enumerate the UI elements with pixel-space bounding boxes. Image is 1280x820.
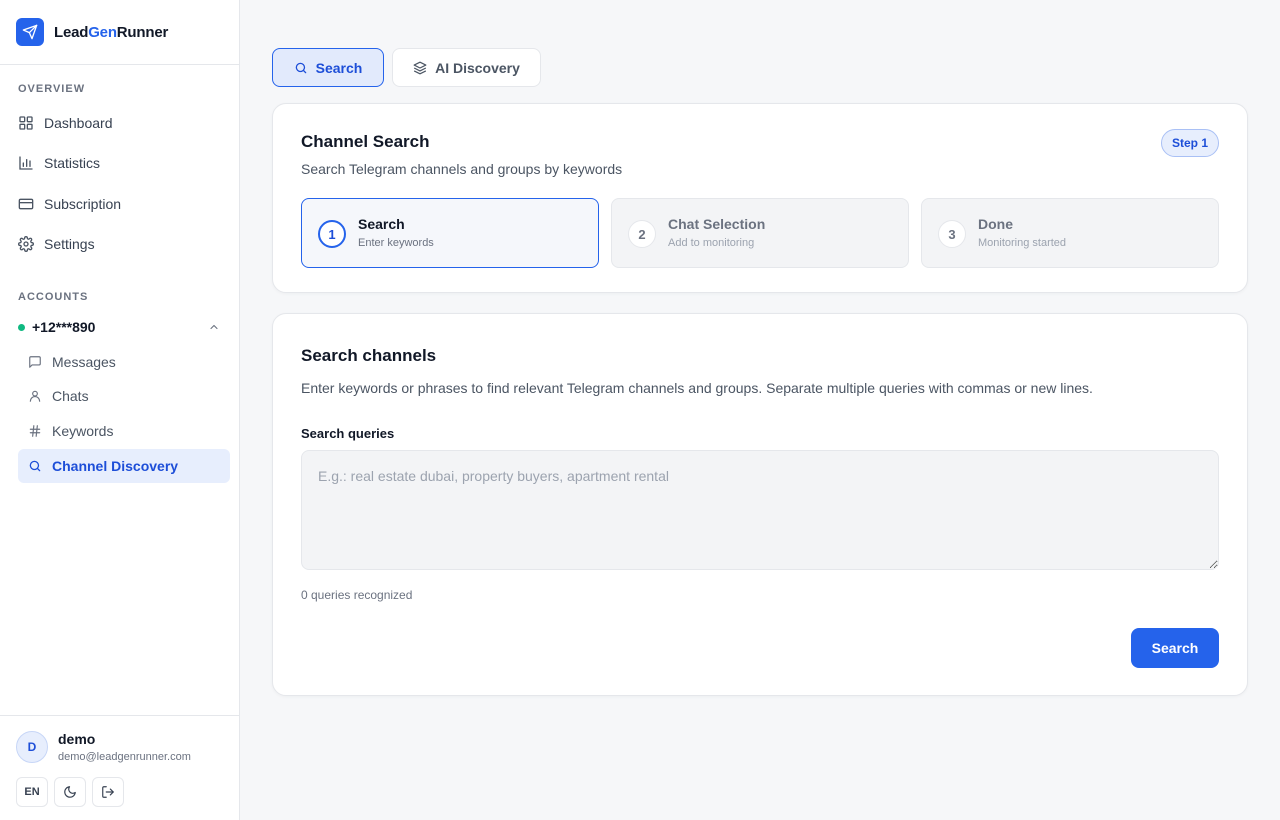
step-number: 2 — [628, 220, 656, 248]
nav-statistics[interactable]: Statistics — [18, 146, 230, 180]
nav-subscription[interactable]: Subscription — [18, 187, 230, 221]
sidebar-item-keywords[interactable]: Keywords — [18, 414, 230, 448]
step-chat-selection[interactable]: 2 Chat Selection Add to monitoring — [611, 198, 909, 268]
tab-search[interactable]: Search — [272, 48, 384, 87]
search-icon — [28, 459, 42, 473]
chevron-up-icon — [208, 321, 220, 333]
brand[interactable]: LeadGenRunner — [0, 0, 239, 65]
nav-settings[interactable]: Settings — [18, 227, 230, 261]
step-label: Chat Selection — [668, 216, 766, 232]
search-icon — [294, 61, 308, 75]
sidebar-item-label: Messages — [52, 354, 116, 370]
message-icon — [28, 355, 42, 369]
logout-icon — [101, 785, 115, 799]
sidebar-item-label: Channel Discovery — [52, 458, 179, 474]
section-description: Enter keywords or phrases to find releva… — [301, 380, 1093, 396]
step-label: Done — [978, 216, 1013, 232]
step-description: Monitoring started — [978, 237, 1067, 249]
card-title: Channel Search — [301, 132, 430, 151]
step-label: Search — [358, 216, 405, 232]
send-icon — [16, 18, 44, 46]
grid-icon — [18, 115, 34, 131]
online-status-dot — [18, 323, 25, 331]
accounts-section-label: ACCOUNTS — [18, 291, 89, 303]
nav-label: Dashboard — [44, 115, 113, 131]
user-icon — [28, 389, 42, 403]
logout-button[interactable] — [92, 777, 124, 807]
nav-label: Statistics — [44, 155, 101, 171]
credit-card-icon — [18, 196, 34, 212]
queries-count: 0 queries recognized — [301, 588, 413, 602]
search-queries-label: Search queries — [301, 426, 395, 441]
user-email: demo@leadgenrunner.com — [58, 751, 191, 763]
step-description: Enter keywords — [358, 237, 434, 249]
bar-chart-icon — [18, 155, 34, 171]
tab-label: AI Discovery — [435, 59, 520, 76]
account-toggle[interactable]: +12***890 — [18, 316, 230, 338]
avatar[interactable]: D — [16, 731, 48, 763]
language-button[interactable]: EN — [16, 777, 48, 807]
sidebar-item-label: Keywords — [52, 423, 114, 439]
nav-dashboard[interactable]: Dashboard — [18, 106, 230, 140]
layers-icon — [413, 61, 427, 75]
theme-toggle-button[interactable] — [54, 777, 86, 807]
gear-icon — [18, 236, 34, 252]
search-button[interactable]: Search — [1131, 628, 1219, 668]
step-done[interactable]: 3 Done Monitoring started — [921, 198, 1219, 268]
section-title: Search channels — [301, 346, 437, 365]
hash-icon — [28, 424, 42, 438]
nav-label: Subscription — [44, 196, 122, 212]
brand-name: LeadGenRunner — [54, 23, 169, 41]
step-number: 3 — [938, 220, 966, 248]
card-subtitle: Search Telegram channels and groups by k… — [301, 161, 623, 177]
tab-ai-discovery[interactable]: AI Discovery — [392, 48, 541, 87]
step-badge: Step 1 — [1160, 129, 1219, 157]
nav-label: Settings — [44, 236, 95, 252]
step-number: 1 — [318, 220, 346, 248]
tab-label: Search — [315, 59, 363, 76]
account-phone: +12***890 — [32, 319, 96, 335]
sidebar-item-label: Chats — [52, 388, 89, 404]
overview-section-label: OVERVIEW — [18, 83, 86, 95]
sidebar-item-chats[interactable]: Chats — [18, 379, 230, 413]
sidebar: LeadGenRunner OVERVIEW Dashboard Statist… — [0, 0, 240, 820]
search-queries-input[interactable] — [301, 450, 1219, 570]
step-search[interactable]: 1 Search Enter keywords — [301, 198, 599, 268]
sidebar-item-channel-discovery[interactable]: Channel Discovery — [18, 449, 230, 483]
moon-icon — [63, 785, 77, 799]
step-description: Add to monitoring — [668, 237, 755, 249]
user-name: demo — [58, 731, 96, 747]
sidebar-item-messages[interactable]: Messages — [18, 345, 230, 379]
user-area: D demo demo@leadgenrunner.com EN — [0, 715, 240, 820]
search-channels-card: Search channels Enter keywords or phrase… — [272, 313, 1248, 696]
channel-search-card: Channel Search Search Telegram channels … — [272, 103, 1248, 293]
